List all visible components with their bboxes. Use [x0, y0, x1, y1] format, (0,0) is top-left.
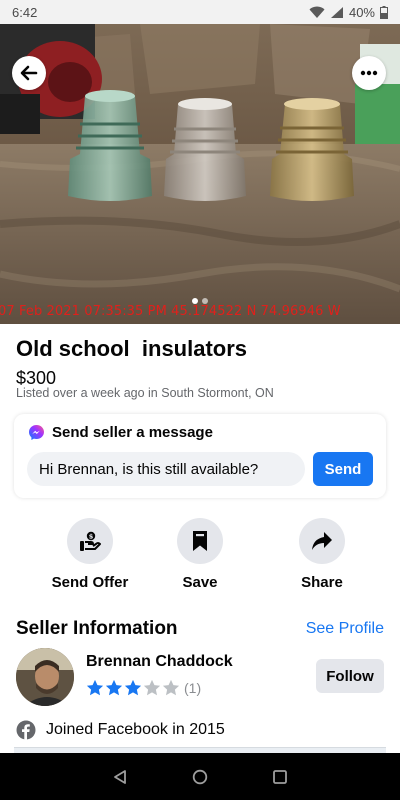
message-input[interactable] [27, 452, 305, 486]
status-time: 6:42 [12, 4, 38, 20]
message-seller-card: Send seller a message Send [14, 414, 386, 498]
star-filled-icon [124, 679, 142, 696]
send-button[interactable]: Send [313, 452, 373, 486]
listing-meta: Listed over a week ago in South Stormont… [16, 386, 274, 400]
star-empty-icon [143, 679, 161, 696]
share-button[interactable] [299, 518, 345, 564]
bookmark-icon [193, 531, 207, 551]
share-label: Share [301, 574, 343, 591]
svg-text:$: $ [89, 533, 94, 541]
seller-avatar[interactable] [16, 648, 74, 706]
offer-icon: $ [80, 531, 101, 551]
message-header: Send seller a message [28, 424, 213, 441]
star-empty-icon [162, 679, 180, 696]
send-offer-label: Send Offer [51, 574, 129, 591]
status-icons: 40% [309, 5, 388, 20]
joined-text: Joined Facebook in 2015 [46, 721, 225, 738]
system-nav-bar [0, 753, 400, 800]
avatar-image [16, 648, 74, 706]
share-action[interactable]: Share [272, 518, 372, 591]
star-filled-icon [86, 679, 104, 696]
more-options-button[interactable] [352, 56, 386, 90]
star-filled-icon [105, 679, 123, 696]
rating-count: (1) [184, 680, 202, 696]
marketplace-listing-page: 6:42 40% 07 Feb 2021 07:35:35 PM 45.1745… [0, 0, 400, 800]
nav-recents-icon[interactable] [272, 769, 288, 785]
message-header-label: Send seller a message [52, 424, 213, 441]
save-label: Save [182, 574, 218, 591]
back-button[interactable] [12, 56, 46, 90]
battery-percent: 40% [348, 4, 375, 20]
signal-icon [330, 6, 343, 18]
wifi-icon [309, 6, 325, 18]
nav-back-icon[interactable] [112, 769, 128, 785]
seller-section-title: Seller Information [16, 618, 178, 639]
joined-facebook-row: Joined Facebook in 2015 [16, 720, 225, 740]
photo-timestamp-overlay: 07 Feb 2021 07:35:35 PM 45.174522 N 74.9… [0, 304, 341, 319]
photo-image [0, 24, 400, 324]
share-icon [312, 532, 332, 550]
follow-button[interactable]: Follow [316, 659, 384, 693]
see-profile-link[interactable]: See Profile [306, 620, 384, 638]
send-offer-button[interactable]: $ [67, 518, 113, 564]
send-offer-action[interactable]: $ Send Offer [40, 518, 140, 591]
listing-title: Old school insulators [16, 336, 248, 361]
facebook-icon [16, 720, 36, 740]
battery-icon [380, 5, 388, 19]
save-action[interactable]: Save [150, 518, 250, 591]
save-button[interactable] [177, 518, 223, 564]
status-bar: 6:42 40% [0, 0, 400, 24]
nav-home-icon[interactable] [192, 769, 208, 785]
messenger-icon [29, 425, 44, 440]
more-icon [360, 70, 378, 76]
listing-photo[interactable] [0, 24, 400, 324]
seller-rating: (1) [86, 679, 201, 697]
seller-name[interactable]: Brennan Chaddock [86, 653, 233, 671]
back-arrow-icon [20, 65, 38, 81]
